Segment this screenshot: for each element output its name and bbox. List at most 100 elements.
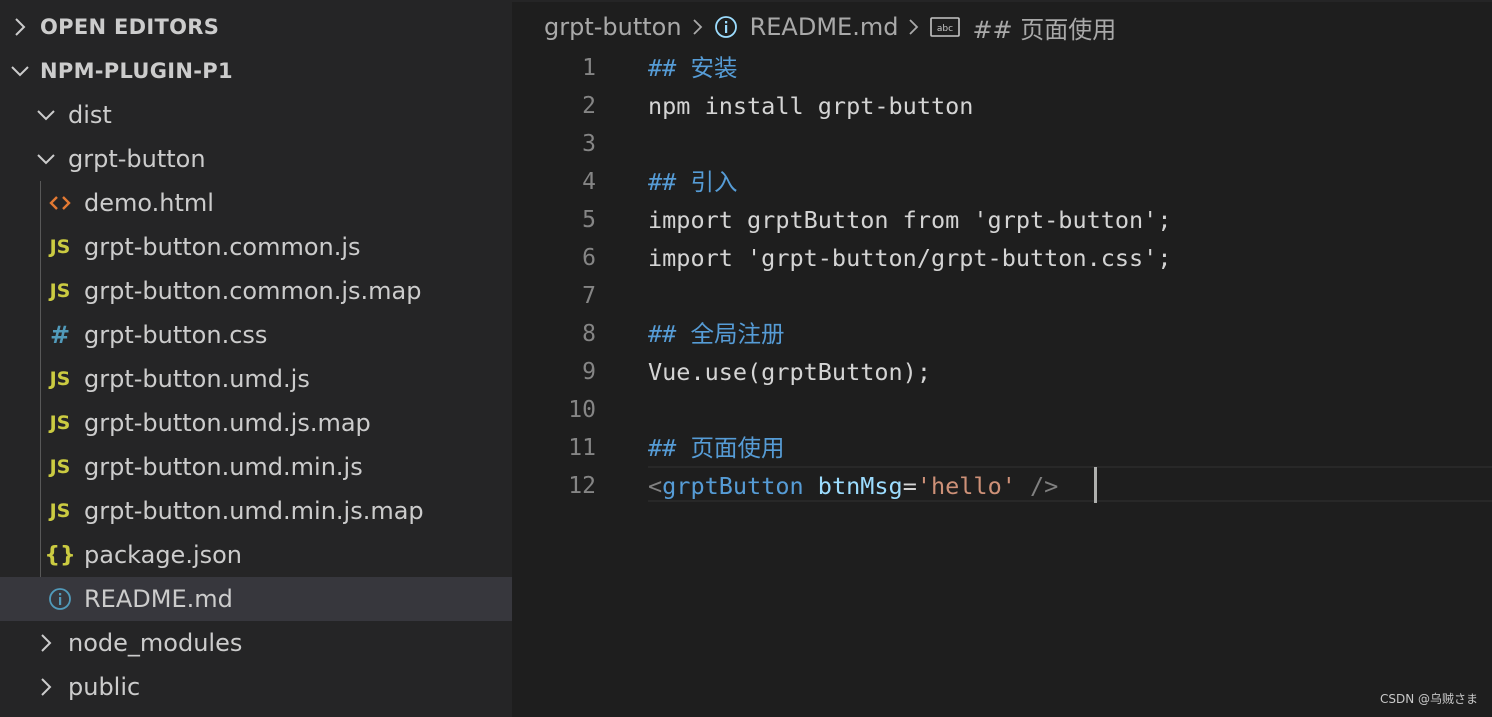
heading-marker: ## — [648, 54, 691, 82]
tree-item-label: grpt-button.css — [84, 321, 268, 349]
tree-file-umd-min-js[interactable]: JS grpt-button.umd.min.js — [0, 445, 512, 489]
tag-open-bracket: < — [648, 472, 663, 500]
line-number: 4 — [582, 169, 596, 195]
project-label: NPM-PLUGIN-P1 — [40, 59, 233, 83]
line-number: 10 — [568, 397, 596, 423]
tree-file-package-json[interactable]: {} package.json — [0, 533, 512, 577]
breadcrumb-folder[interactable]: grpt-button — [544, 13, 682, 41]
explorer-sidebar: OPEN EDITORS NPM-PLUGIN-P1 dist grpt-but… — [0, 0, 512, 717]
tree-file-common-js[interactable]: JS grpt-button.common.js — [0, 225, 512, 269]
tree-folder-dist[interactable]: dist — [0, 93, 512, 137]
tree-item-label: demo.html — [84, 189, 214, 217]
tree-item-label: public — [68, 673, 141, 701]
tree-item-label: grpt-button.common.js.map — [84, 277, 422, 305]
tree-file-umd-js-map[interactable]: JS grpt-button.umd.js.map — [0, 401, 512, 445]
tab-bar-edge — [512, 0, 1492, 2]
tree-folder-public[interactable]: public — [0, 665, 512, 709]
line-text: npm install grpt-button — [648, 92, 974, 120]
open-editors-header[interactable]: OPEN EDITORS — [0, 5, 512, 49]
tree-item-label: package.json — [84, 541, 243, 569]
code-line[interactable]: 7 — [512, 277, 1492, 315]
heading-marker: ## — [648, 168, 691, 196]
tree-file-readme[interactable]: README.md — [0, 577, 512, 621]
line-number: 1 — [582, 55, 596, 81]
breadcrumb: grpt-button README.md abc ## 页面使用 — [544, 6, 1116, 48]
project-header[interactable]: NPM-PLUGIN-P1 — [0, 49, 512, 93]
text-cursor — [1094, 467, 1097, 503]
line-text: <grptButton btnMsg='hello' /> — [648, 467, 1058, 505]
line-number: 6 — [582, 245, 596, 271]
editor-pane[interactable]: grpt-button README.md abc ## 页面使用 1 ## 安… — [512, 0, 1492, 717]
line-text: ## 安装 — [648, 49, 737, 87]
heading-text: 全局注册 — [690, 320, 785, 348]
line-text: Vue.use(grptButton); — [648, 358, 931, 386]
tree-file-umd-min-js-map[interactable]: JS grpt-button.umd.min.js.map — [0, 489, 512, 533]
tree-file-demo-html[interactable]: demo.html — [0, 181, 512, 225]
tree-item-label: README.md — [84, 585, 233, 613]
code-line[interactable]: 10 — [512, 391, 1492, 429]
line-number: 12 — [568, 473, 596, 499]
code-line[interactable]: 3 — [512, 125, 1492, 163]
chevron-down-icon — [32, 108, 60, 122]
heading-text: 安装 — [690, 54, 738, 82]
tree-file-umd-js[interactable]: JS grpt-button.umd.js — [0, 357, 512, 401]
tree-item-label: grpt-button.umd.js.map — [84, 409, 371, 437]
breadcrumb-symbol[interactable]: abc ## 页面使用 — [930, 10, 1116, 45]
code-line-current[interactable]: 12 <grptButton btnMsg='hello' /> — [512, 467, 1492, 505]
tree-folder-grpt-button[interactable]: grpt-button — [0, 137, 512, 181]
chevron-down-icon — [0, 64, 40, 78]
code-line[interactable]: 2 npm install grpt-button — [512, 87, 1492, 125]
attribute-value: 'hello' — [916, 472, 1016, 500]
tag-name: grptButton — [662, 472, 804, 500]
code-line[interactable]: 6 import 'grpt-button/grpt-button.css'; — [512, 239, 1492, 277]
js-icon: JS — [49, 412, 71, 434]
tree-file-common-js-map[interactable]: JS grpt-button.common.js.map — [0, 269, 512, 313]
css-icon: # — [49, 321, 71, 349]
code-line[interactable]: 11 ## 页面使用 — [512, 429, 1492, 467]
chevron-right-icon — [32, 633, 60, 653]
tree-folder-node-modules[interactable]: node_modules — [0, 621, 512, 665]
line-number: 5 — [582, 207, 596, 233]
tree-file-css[interactable]: # grpt-button.css — [0, 313, 512, 357]
code-line[interactable]: 9 Vue.use(grptButton); — [512, 353, 1492, 391]
vscode-window: OPEN EDITORS NPM-PLUGIN-P1 dist grpt-but… — [0, 0, 1492, 717]
tag-close-bracket: /> — [1015, 472, 1059, 500]
tree-item-label: grpt-button.umd.min.js.map — [84, 497, 424, 525]
heading-text: 引入 — [690, 168, 738, 196]
js-icon: JS — [49, 500, 71, 522]
js-icon: JS — [49, 280, 71, 302]
breadcrumb-file[interactable]: README.md — [714, 13, 899, 41]
js-icon: JS — [49, 236, 71, 258]
svg-text:abc: abc — [937, 24, 953, 34]
line-number: 2 — [582, 93, 596, 119]
tree-item-label: grpt-button.umd.min.js — [84, 453, 363, 481]
attribute-name: btnMsg — [817, 472, 903, 500]
heading-marker: ## — [648, 434, 691, 462]
line-text: ## 全局注册 — [648, 315, 784, 353]
tree-item-label: node_modules — [68, 629, 243, 657]
line-text: ## 引入 — [648, 163, 737, 201]
code-line[interactable]: 4 ## 引入 — [512, 163, 1492, 201]
heading-marker: ## — [648, 320, 691, 348]
tree-item-label: grpt-button — [68, 145, 206, 173]
code-line[interactable]: 5 import grptButton from 'grpt-button'; — [512, 201, 1492, 239]
info-icon — [48, 587, 72, 611]
tree-item-label: grpt-button.umd.js — [84, 365, 310, 393]
js-icon: JS — [49, 456, 71, 478]
chevron-right-icon — [908, 17, 920, 37]
breadcrumb-file-label: README.md — [749, 13, 899, 41]
line-text: import 'grpt-button/grpt-button.css'; — [648, 244, 1172, 272]
line-number: 8 — [582, 321, 596, 347]
heading-text: 页面使用 — [690, 434, 785, 462]
chevron-right-icon — [32, 677, 60, 697]
tree-item-label: dist — [68, 101, 112, 129]
line-text: import grptButton from 'grpt-button'; — [648, 206, 1172, 234]
line-number: 11 — [568, 435, 596, 461]
line-number: 7 — [582, 283, 596, 309]
html-icon — [48, 194, 72, 212]
code-line[interactable]: 1 ## 安装 — [512, 49, 1492, 87]
line-number: 9 — [582, 359, 596, 385]
code-line[interactable]: 8 ## 全局注册 — [512, 315, 1492, 353]
js-icon: JS — [49, 368, 71, 390]
